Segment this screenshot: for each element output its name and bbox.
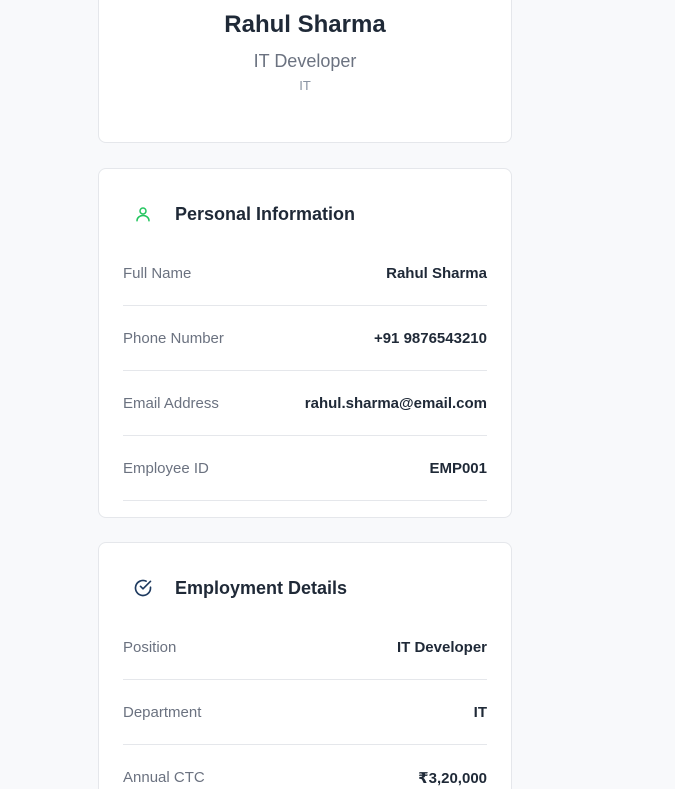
personal-information-title: Personal Information <box>175 203 356 224</box>
personal-information-list: Full Name Rahul Sharma Phone Number +91 … <box>123 242 487 502</box>
employment-details-title: Employment Details <box>175 577 348 598</box>
info-row-full-name: Full Name Rahul Sharma <box>123 242 487 306</box>
employee-profile-page: Rahul Sharma IT Developer IT Personal In… <box>0 0 675 789</box>
phone-number-value: +91 9876543210 <box>373 330 487 347</box>
annual-ctc-value: ₹3,20,000 <box>418 769 487 787</box>
employment-row-department: Department IT <box>123 681 487 745</box>
check-circle-icon <box>131 576 155 600</box>
info-row-employee-id: Employee ID EMP001 <box>123 437 487 501</box>
info-row-email-address: Email Address rahul.sharma@email.com <box>123 372 487 436</box>
employment-details-header: Employment Details <box>131 576 347 600</box>
email-address-value: rahul.sharma@email.com <box>304 395 487 412</box>
full-name-value: Rahul Sharma <box>386 265 487 282</box>
profile-role: IT Developer <box>253 51 357 71</box>
position-value: IT Developer <box>396 639 487 656</box>
user-icon <box>131 202 155 226</box>
employment-row-annual-ctc: Annual CTC ₹3,20,000 <box>123 746 487 789</box>
profile-department: IT <box>299 78 311 93</box>
employee-id-label: Employee ID <box>123 460 209 477</box>
department-value: IT <box>473 704 487 721</box>
profile-name: Rahul Sharma <box>224 11 386 38</box>
info-row-phone-number: Phone Number +91 9876543210 <box>123 307 487 371</box>
profile-card: Rahul Sharma IT Developer IT <box>98 0 512 143</box>
employment-row-position: Position IT Developer <box>123 616 487 680</box>
employment-details-card: Employment Details Position IT Developer… <box>98 542 512 789</box>
email-address-label: Email Address <box>123 395 219 412</box>
full-name-label: Full Name <box>123 265 192 282</box>
annual-ctc-label: Annual CTC <box>123 769 205 786</box>
personal-information-header: Personal Information <box>131 202 355 226</box>
department-label: Department <box>123 704 202 721</box>
personal-information-card: Personal Information Full Name Rahul Sha… <box>98 168 512 518</box>
employee-id-value: EMP001 <box>429 460 487 477</box>
employment-details-list: Position IT Developer Department IT Annu… <box>123 616 487 789</box>
position-label: Position <box>123 639 177 656</box>
phone-number-label: Phone Number <box>123 330 224 347</box>
